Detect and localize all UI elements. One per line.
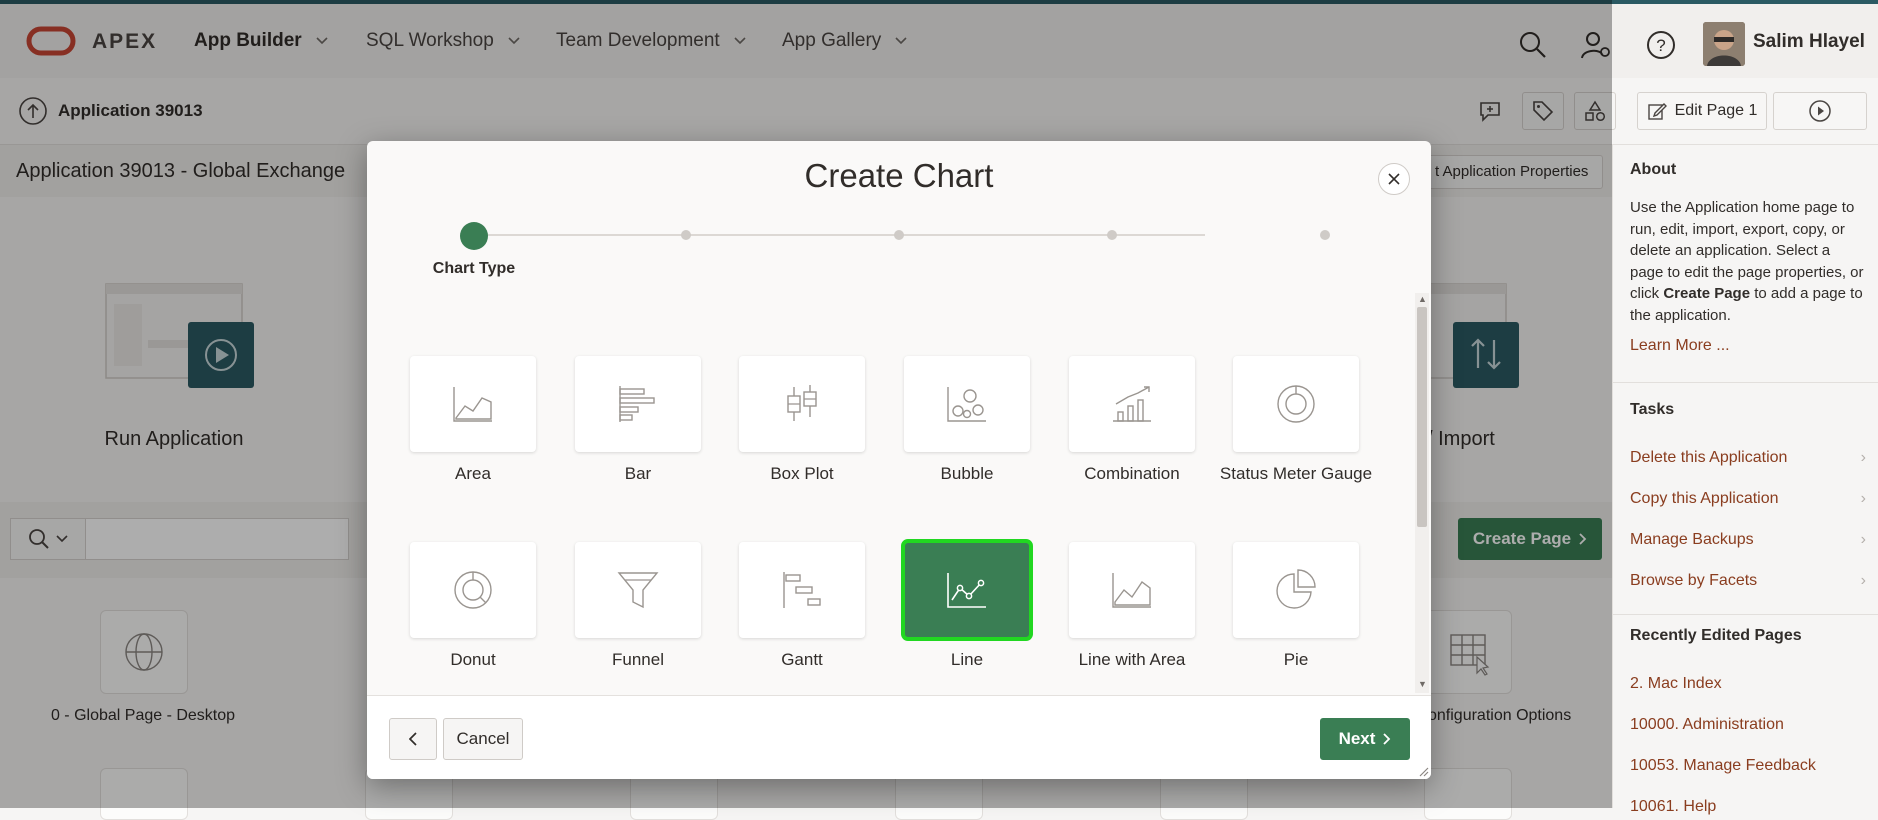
chart-type-line-with-area[interactable] xyxy=(1069,542,1195,638)
wizard-step-label: Chart Type xyxy=(432,260,516,277)
scrollbar[interactable]: ▲ ▼ xyxy=(1415,293,1429,693)
chart-type-label: Pie xyxy=(1283,650,1309,669)
chart-type-pie[interactable] xyxy=(1233,542,1359,638)
pie-chart-icon xyxy=(1276,569,1316,609)
chart-type-label: Combination xyxy=(1084,464,1180,483)
chart-type-label: Box Plot xyxy=(770,464,834,483)
close-icon xyxy=(1388,173,1400,185)
gantt-chart-icon xyxy=(783,572,821,608)
chart-type-bubble[interactable] xyxy=(904,356,1030,452)
area-chart-icon xyxy=(453,387,492,422)
resize-handle-icon[interactable] xyxy=(1417,765,1429,777)
gauge-icon xyxy=(1277,385,1315,423)
donut-chart-icon xyxy=(454,571,492,609)
chart-type-box-plot[interactable] xyxy=(739,356,865,452)
scrollbar-thumb[interactable] xyxy=(1417,307,1427,527)
dialog-title: Create Chart xyxy=(804,157,994,194)
chart-type-label: Funnel xyxy=(612,650,664,669)
chart-type-label: Line xyxy=(950,650,984,669)
close-button[interactable] xyxy=(1378,163,1410,195)
chart-type-combination[interactable] xyxy=(1069,356,1195,452)
modal-overlay-side xyxy=(1612,0,1878,808)
wizard-step xyxy=(1320,230,1330,240)
chart-type-label: Donut xyxy=(450,650,496,669)
bar-chart-icon xyxy=(619,386,655,422)
create-chart-dialog: Create Chart Chart Type ▲ ▼ Area Bar Box… xyxy=(367,141,1431,779)
combination-chart-icon xyxy=(1113,386,1151,422)
chart-type-gantt[interactable] xyxy=(739,542,865,638)
chart-type-donut[interactable] xyxy=(410,542,536,638)
chart-type-line[interactable] xyxy=(901,539,1033,641)
line-area-chart-icon xyxy=(1112,573,1151,608)
cancel-button[interactable]: Cancel xyxy=(443,718,523,760)
scroll-up-icon[interactable]: ▲ xyxy=(1418,294,1427,304)
previous-button[interactable] xyxy=(389,718,437,760)
next-button[interactable]: Next xyxy=(1320,718,1410,760)
chart-type-label: Gantt xyxy=(781,650,823,669)
next-label: Next xyxy=(1338,729,1376,748)
bubble-chart-icon xyxy=(947,387,986,422)
line-chart-icon xyxy=(947,573,986,608)
chart-type-label: Area xyxy=(455,464,491,483)
wizard-progress-line xyxy=(474,234,1205,236)
chart-type-area[interactable] xyxy=(410,356,536,452)
dialog-footer xyxy=(367,695,1431,779)
scroll-down-icon[interactable]: ▼ xyxy=(1418,679,1427,689)
chart-type-label: Line with Area xyxy=(1078,650,1186,669)
wizard-step-current xyxy=(460,222,488,250)
chart-type-status-meter-gauge[interactable] xyxy=(1233,356,1359,452)
funnel-chart-icon xyxy=(617,572,659,609)
box-plot-icon xyxy=(787,385,817,421)
wizard-step xyxy=(1107,230,1117,240)
chart-type-label: Status Meter Gauge xyxy=(1219,464,1373,483)
chart-type-bar[interactable] xyxy=(575,356,701,452)
chart-type-funnel[interactable] xyxy=(575,542,701,638)
wizard-step xyxy=(894,230,904,240)
wizard-step xyxy=(681,230,691,240)
chevron-left-icon xyxy=(409,732,417,746)
chevron-right-icon xyxy=(1383,733,1391,745)
chart-type-label: Bubble xyxy=(940,464,994,483)
chart-type-label: Bar xyxy=(624,464,652,483)
